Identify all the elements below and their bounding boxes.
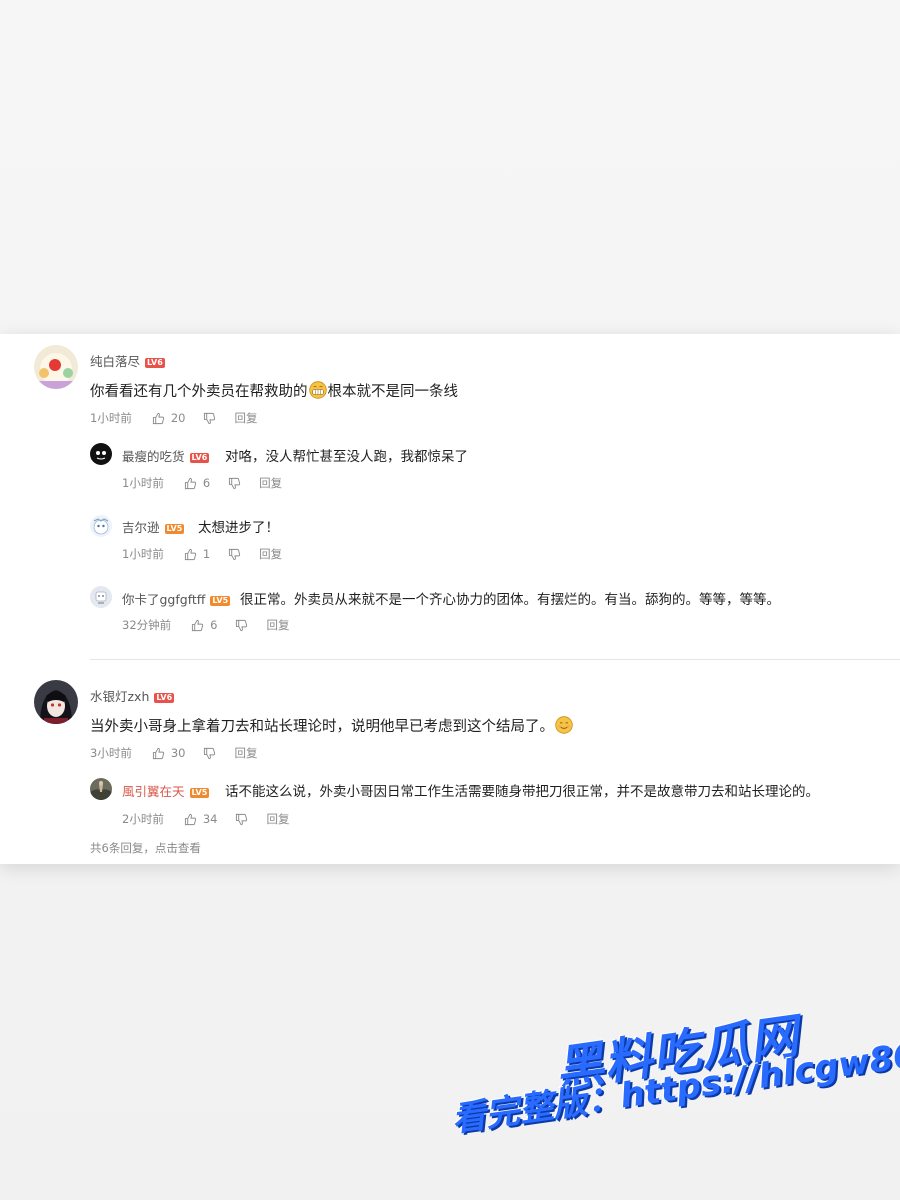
thumbs-down-icon bbox=[236, 619, 248, 631]
thumbs-up-icon bbox=[184, 813, 196, 825]
username-text[interactable]: 水银灯zxh bbox=[90, 689, 149, 704]
reply-meta: 1小时前 1 回复 bbox=[122, 546, 282, 562]
comment-text: 当外卖小哥身上拿着刀去和站长理论时，说明他早已考虑到这个结局了。 bbox=[90, 715, 574, 738]
reply-meta: 2小时前 34 回复 bbox=[122, 811, 289, 827]
level-badge: LV5 bbox=[164, 523, 185, 534]
timestamp: 1小时前 bbox=[122, 547, 164, 561]
comment-text-part: 你看看还有几个外卖员在帮救助的 bbox=[90, 384, 308, 400]
like-button[interactable]: 1 bbox=[184, 547, 210, 561]
timestamp: 2小时前 bbox=[122, 812, 164, 826]
like-count: 1 bbox=[202, 547, 211, 561]
username-text[interactable]: 吉尔逊 bbox=[122, 520, 160, 535]
dislike-button[interactable] bbox=[235, 619, 248, 632]
timestamp: 1小时前 bbox=[122, 476, 164, 490]
like-count: 20 bbox=[170, 411, 186, 425]
username-text[interactable]: 纯白落尽 bbox=[90, 354, 140, 369]
thumbs-up-icon bbox=[192, 619, 204, 631]
reply-text: 太想进步了！ bbox=[198, 520, 279, 536]
smile-emoji-icon bbox=[555, 716, 573, 738]
level-badge: LV5 bbox=[189, 787, 210, 798]
comment-text-part: 当外卖小哥身上拿着刀去和站长理论时，说明他早已考虑到这个结局了。 bbox=[90, 719, 554, 735]
reply-button[interactable]: 回复 bbox=[266, 811, 289, 827]
comment-divider bbox=[90, 659, 900, 660]
thumbs-down-icon bbox=[204, 412, 216, 424]
avatar[interactable] bbox=[90, 586, 112, 608]
like-count: 6 bbox=[202, 476, 211, 490]
comment-text-part: 根本就不是同一条线 bbox=[327, 384, 459, 400]
avatar[interactable] bbox=[90, 778, 112, 800]
like-count: 34 bbox=[202, 812, 218, 826]
like-button[interactable]: 6 bbox=[191, 618, 217, 632]
like-count: 30 bbox=[170, 746, 186, 760]
level-badge: LV5 bbox=[210, 595, 231, 606]
timestamp: 32分钟前 bbox=[122, 618, 172, 632]
dislike-button[interactable] bbox=[203, 747, 216, 760]
thumbs-down-icon bbox=[204, 747, 216, 759]
level-badge: LV6 bbox=[189, 452, 210, 463]
thumbs-down-icon bbox=[229, 477, 241, 489]
thumbs-up-icon bbox=[152, 747, 164, 759]
level-badge: LV6 bbox=[154, 692, 175, 703]
username[interactable]: 最瘦的吃货 LV6 bbox=[122, 446, 210, 465]
reply-button[interactable]: 回复 bbox=[259, 475, 282, 491]
comment-meta: 1小时前 20 回复 bbox=[90, 410, 257, 426]
dislike-button[interactable] bbox=[203, 412, 216, 425]
username-text[interactable]: 你卡了ggfgftff bbox=[122, 592, 205, 607]
username[interactable]: 纯白落尽 LV6 bbox=[90, 351, 165, 370]
thumbs-up-icon bbox=[184, 548, 196, 560]
timestamp: 3小时前 bbox=[90, 746, 132, 760]
reply-meta: 1小时前 6 回复 bbox=[122, 475, 282, 491]
dislike-button[interactable] bbox=[235, 813, 248, 826]
like-button[interactable]: 6 bbox=[184, 476, 210, 490]
reply-text: 话不能这么说，外卖小哥因日常工作生活需要随身带把刀很正常，并不是故意带刀去和站长… bbox=[225, 784, 819, 800]
timestamp: 1小时前 bbox=[90, 411, 132, 425]
reply-button[interactable]: 回复 bbox=[234, 745, 257, 761]
avatar[interactable] bbox=[34, 345, 78, 389]
like-count: 6 bbox=[210, 618, 218, 632]
reply-button[interactable]: 回复 bbox=[266, 617, 289, 633]
dislike-button[interactable] bbox=[228, 477, 241, 490]
thumbs-down-icon bbox=[236, 813, 248, 825]
dislike-button[interactable] bbox=[228, 548, 241, 561]
username[interactable]: 水银灯zxh LV6 bbox=[90, 686, 175, 705]
avatar[interactable] bbox=[90, 515, 112, 537]
username[interactable]: 風引翼在天 LV5 bbox=[122, 781, 210, 800]
reply-text: 很正常。外卖员从来就不是一个齐心协力的团体。有摆烂的。有当。舔狗的。等等，等等。 bbox=[240, 592, 780, 608]
username[interactable]: 吉尔逊 LV5 bbox=[122, 517, 185, 536]
comment-text: 你看看还有几个外卖员在帮救助的 根本就不是同一条线 bbox=[90, 380, 458, 403]
grin-emoji-icon bbox=[308, 381, 327, 403]
reply-button[interactable]: 回复 bbox=[234, 410, 257, 426]
reply-meta: 32分钟前 6 回复 bbox=[122, 617, 289, 633]
page: 纯白落尽 LV6 你看看还有几个外卖员在帮救助的 根本就不是同一条线 1小时前 20… bbox=[0, 0, 900, 1200]
like-button[interactable]: 20 bbox=[152, 411, 186, 425]
view-more-replies-link[interactable]: 共6条回复，点击查看 bbox=[90, 840, 201, 856]
username-text[interactable]: 最瘦的吃货 bbox=[122, 449, 185, 464]
comment-meta: 3小时前 30 回复 bbox=[90, 745, 257, 761]
thumbs-up-icon bbox=[184, 477, 196, 489]
avatar[interactable] bbox=[34, 680, 78, 724]
username[interactable]: 你卡了ggfgftff LV5 bbox=[122, 589, 231, 608]
reply-text: 对咯，没人帮忙甚至没人跑，我都惊呆了 bbox=[225, 449, 468, 465]
like-button[interactable]: 34 bbox=[184, 812, 218, 826]
avatar[interactable] bbox=[90, 443, 112, 465]
username-text[interactable]: 風引翼在天 bbox=[122, 784, 185, 799]
thumbs-up-icon bbox=[152, 412, 164, 424]
reply-button[interactable]: 回复 bbox=[259, 546, 282, 562]
thumbs-down-icon bbox=[229, 548, 241, 560]
level-badge: LV6 bbox=[145, 357, 165, 368]
like-button[interactable]: 30 bbox=[152, 746, 186, 760]
